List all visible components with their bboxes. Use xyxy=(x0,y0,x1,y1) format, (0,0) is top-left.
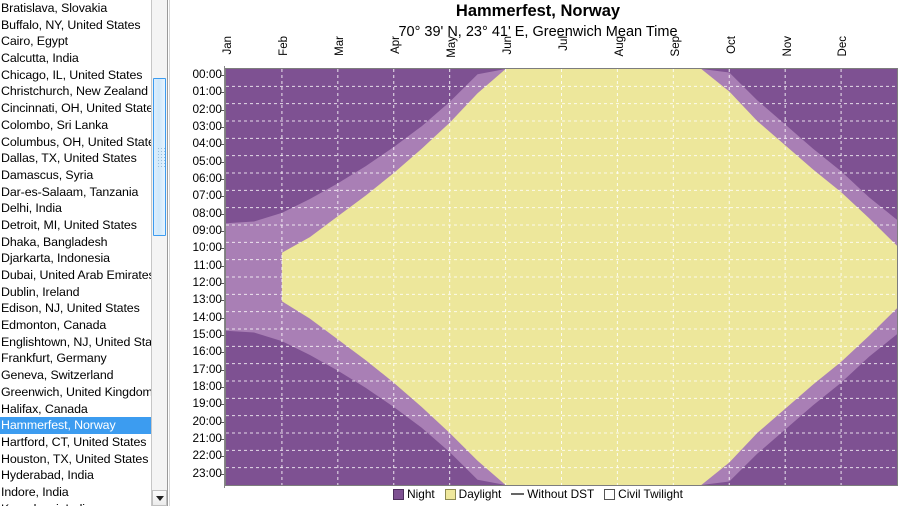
legend-label: Without DST xyxy=(527,487,595,501)
scrollbar-grip-icon xyxy=(157,147,165,169)
city-list-item[interactable]: Frankfurt, Germany xyxy=(0,350,152,367)
city-list-item[interactable]: Geneva, Switzerland xyxy=(0,367,152,384)
city-list-item[interactable]: Greenwich, United Kingdom xyxy=(0,384,153,401)
city-list-item[interactable]: Dar-es-Salaam, Tanzania xyxy=(0,184,152,201)
daylight-plot-svg xyxy=(226,69,897,485)
chevron-down-icon xyxy=(155,496,164,501)
time-tick-label: 08:00 xyxy=(192,205,222,220)
time-tick-label: 05:00 xyxy=(192,153,222,168)
legend-swatch-dash-icon xyxy=(511,493,525,495)
time-tick-label: 13:00 xyxy=(192,292,222,307)
time-tick-label: 15:00 xyxy=(192,327,222,341)
time-tick-label: 09:00 xyxy=(192,223,222,237)
chart-legend: Night Daylight Without DST Civil Twilight xyxy=(170,487,905,501)
time-axis: 00:00 01:00 02:00 03:00 04:00 05:00 06:00 07:00… xyxy=(170,62,226,492)
month-tick-label: Oct xyxy=(725,36,738,54)
legend-swatch-night-icon xyxy=(393,488,405,500)
city-list-item[interactable]: Buffalo, NY, United States xyxy=(0,17,152,34)
city-list-item[interactable]: Dublin, Ireland xyxy=(0,284,152,301)
city-list[interactable]: Bratislava, Slovakia Buffalo, NY, United … xyxy=(0,0,167,506)
time-tick-label: 23:00 xyxy=(192,465,222,480)
city-list-item[interactable]: Dhaka, Bangladesh xyxy=(0,234,152,251)
legend-label: Civil Twilight xyxy=(618,487,683,501)
scrollbar-down-button[interactable] xyxy=(152,490,167,506)
city-list-item[interactable]: Detroit, MI, United States xyxy=(0,217,152,234)
city-list-item[interactable]: Chicago, IL, United States xyxy=(0,67,152,84)
city-list-item[interactable]: Dallas, TX, United States xyxy=(0,150,152,167)
legend-item: Civil Twilight xyxy=(604,487,683,501)
month-tick-label: Aug xyxy=(613,36,626,57)
time-tick-label: 07:00 xyxy=(192,188,222,203)
legend-item: Night xyxy=(393,487,435,501)
month-tick-label: May xyxy=(446,36,459,58)
month-axis: Jan Feb Mar Apr May Jun Jul Aug Sep Oct Nov Dec xyxy=(170,36,905,68)
time-tick-label: 17:00 xyxy=(192,361,222,376)
city-list-item[interactable]: Delhi, India xyxy=(0,200,152,217)
sunrise-sunset-app: Bratislava, Slovakia Buffalo, NY, United … xyxy=(0,0,905,506)
legend-label: Night xyxy=(407,487,435,501)
chart-panel: Hammerfest, Norway 70° 39' N, 23° 41' E,… xyxy=(169,0,905,506)
time-tick-label: 16:00 xyxy=(192,344,222,359)
city-list-item[interactable]: Halifax, Canada xyxy=(0,401,152,418)
chart-header: Hammerfest, Norway 70° 39' N, 23° 41' E,… xyxy=(170,0,905,40)
time-tick-label: 01:00 xyxy=(192,84,222,99)
city-list-item[interactable]: Bratislava, Slovakia xyxy=(0,0,152,17)
city-list-item[interactable]: Dubai, United Arab Emirates xyxy=(0,267,155,284)
city-list-scrollbar[interactable] xyxy=(151,0,167,506)
time-tick-label: 20:00 xyxy=(192,413,222,428)
legend-label: Daylight xyxy=(458,487,502,501)
city-list-item[interactable]: Hartford, CT, United States xyxy=(0,434,152,451)
city-list-item[interactable]: Hyderabad, India xyxy=(0,467,152,484)
city-list-item[interactable]: Djarkarta, Indonesia xyxy=(0,250,152,267)
time-tick-label: 19:00 xyxy=(192,396,222,411)
time-tick-label: 11:00 xyxy=(193,257,222,272)
legend-swatch-outline-icon xyxy=(604,488,616,500)
month-tick-label: Jan xyxy=(222,36,235,55)
scrollbar-track[interactable] xyxy=(152,0,167,490)
month-tick-label: Feb xyxy=(278,36,291,56)
time-tick-label: 02:00 xyxy=(192,101,222,116)
city-list-item[interactable]: Edison, NJ, United States xyxy=(0,300,152,317)
time-tick-label: 00:00 xyxy=(192,67,222,81)
time-tick-label: 21:00 xyxy=(192,431,222,445)
city-list-item[interactable]: Christchurch, New Zealand xyxy=(0,83,152,100)
city-list-item[interactable]: Calcutta, India xyxy=(0,50,152,67)
city-list-item[interactable]: Kapadvanj, India xyxy=(0,501,152,506)
city-list-item[interactable]: Indore, India xyxy=(0,484,152,501)
city-list-item[interactable]: Houston, TX, United States xyxy=(0,451,152,468)
city-list-item[interactable]: Hammerfest, Norway xyxy=(0,417,152,434)
time-tick-label: 14:00 xyxy=(192,309,222,324)
month-tick-label: Jul xyxy=(557,36,570,51)
daylight-plot xyxy=(225,68,898,486)
city-list-item[interactable]: Columbus, OH, United States xyxy=(0,134,161,151)
city-list-item[interactable]: Englishtown, NJ, United States xyxy=(0,334,167,351)
city-list-item[interactable]: Colombo, Sri Lanka xyxy=(0,117,152,134)
month-tick-label: Mar xyxy=(334,36,347,56)
month-tick-label: Sep xyxy=(669,36,682,57)
chart-title: Hammerfest, Norway xyxy=(455,2,621,20)
time-tick-label: 22:00 xyxy=(192,448,222,463)
time-tick-label: 10:00 xyxy=(192,240,222,255)
city-list-item[interactable]: Cincinnati, OH, United States xyxy=(0,100,159,117)
legend-item: Daylight xyxy=(444,487,502,501)
city-list-item[interactable]: Cairo, Egypt xyxy=(0,33,152,50)
time-tick-label: 12:00 xyxy=(192,275,222,289)
month-tick-label: Nov xyxy=(781,36,794,57)
city-list-item[interactable]: Damascus, Syria xyxy=(0,167,152,184)
time-tick-label: 03:00 xyxy=(192,119,222,133)
legend-swatch-daylight-icon xyxy=(444,488,456,500)
month-tick-label: Dec xyxy=(837,36,850,57)
month-tick-label: Apr xyxy=(390,36,403,54)
scrollbar-thumb[interactable] xyxy=(153,78,166,236)
legend-item: Without DST xyxy=(511,487,594,501)
city-list-panel: Bratislava, Slovakia Buffalo, NY, United … xyxy=(0,0,168,506)
time-tick-label: 06:00 xyxy=(192,171,222,185)
month-tick-label: Jun xyxy=(501,36,514,55)
time-tick-label: 18:00 xyxy=(192,379,222,393)
time-tick-label: 04:00 xyxy=(192,136,222,151)
city-list-item[interactable]: Edmonton, Canada xyxy=(0,317,152,334)
